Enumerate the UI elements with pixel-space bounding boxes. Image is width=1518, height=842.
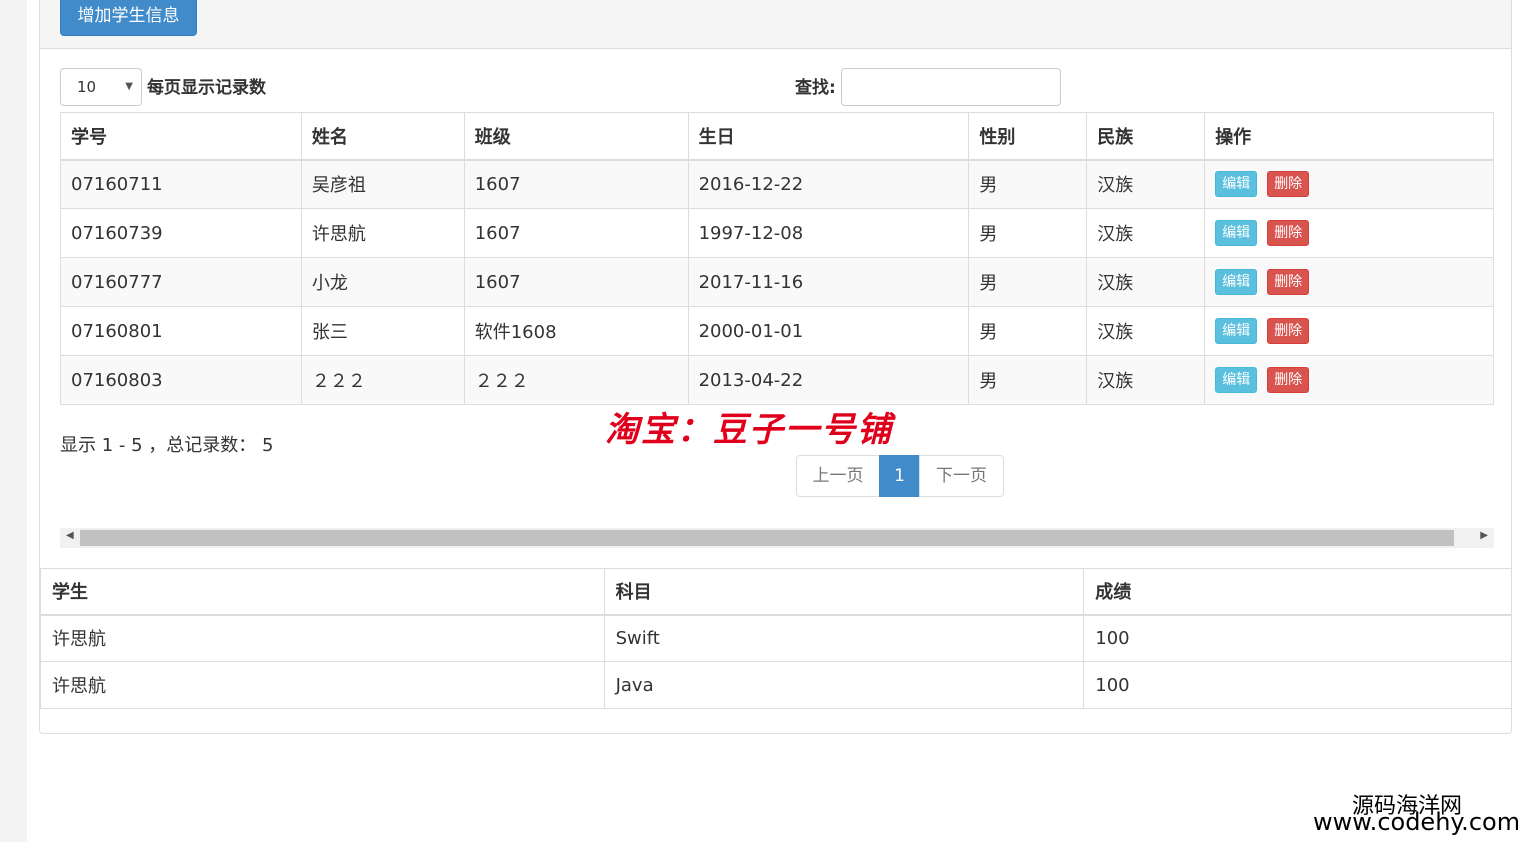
cell-actions: 编辑 删除 — [1204, 159, 1494, 209]
add-student-button[interactable]: 增加学生信息 — [60, 0, 197, 36]
cell-birthday: 2013-04-22 — [687, 355, 970, 405]
header-gender[interactable]: 性别 — [968, 112, 1088, 161]
page-length-value: 10 — [77, 78, 97, 96]
cell-student-id: 07160777 — [60, 257, 302, 307]
edit-button[interactable]: 编辑 — [1215, 269, 1258, 295]
cell-gender: 男 — [968, 355, 1088, 405]
panel-heading: 增加学生信息 — [40, 0, 1511, 49]
score-table: 学生 科目 成绩 许思航 Swift 100 许思航 Java 100 — [40, 568, 1512, 709]
delete-button[interactable]: 删除 — [1267, 220, 1310, 246]
site-url-watermark: www.codehy.com — [1313, 808, 1518, 836]
cell-ethnicity: 汉族 — [1086, 208, 1206, 258]
cell-ethnicity: 汉族 — [1086, 306, 1206, 356]
cell-birthday: 2016-12-22 — [687, 159, 970, 209]
cell-score: 100 — [1083, 661, 1512, 709]
page-1-button[interactable]: 1 — [879, 455, 920, 497]
student-table: 学号 姓名 班级 生日 性别 民族 操作 07160711 吴彦祖 1607 2… — [60, 112, 1494, 405]
table-row: 许思航 Swift 100 — [40, 614, 1512, 662]
cell-actions: 编辑 删除 — [1204, 208, 1494, 258]
cell-ethnicity: 汉族 — [1086, 159, 1206, 209]
cell-name: 许思航 — [300, 208, 465, 258]
header-student: 学生 — [40, 568, 605, 616]
search-label: 查找: — [795, 78, 836, 98]
cell-student: 许思航 — [40, 661, 605, 709]
student-panel: 增加学生信息 10 ▼ 每页显示记录数 查找: 学号 姓名 班级 生日 性别 民… — [39, 0, 1512, 734]
header-actions: 操作 — [1204, 112, 1494, 161]
edit-button[interactable]: 编辑 — [1215, 367, 1258, 393]
cell-class: 1607 — [463, 159, 689, 209]
cell-birthday: 1997-12-08 — [687, 208, 970, 258]
search-input[interactable] — [841, 68, 1061, 106]
cell-subject: Swift — [603, 614, 1085, 662]
cell-actions: 编辑 删除 — [1204, 257, 1494, 307]
header-subject: 科目 — [603, 568, 1085, 616]
header-ethnicity[interactable]: 民族 — [1086, 112, 1206, 161]
header-score: 成绩 — [1083, 568, 1512, 616]
scrollbar-thumb[interactable] — [80, 530, 1454, 546]
cell-class: ２２２ — [463, 355, 689, 405]
cell-subject: Java — [603, 661, 1085, 709]
cell-student: 许思航 — [40, 614, 605, 662]
cell-gender: 男 — [968, 159, 1088, 209]
delete-button[interactable]: 删除 — [1267, 318, 1310, 344]
cell-gender: 男 — [968, 257, 1088, 307]
table-row: 07160803 ２２２ ２２２ 2013-04-22 男 汉族 编辑 删除 — [60, 355, 1494, 405]
cell-actions: 编辑 删除 — [1204, 306, 1494, 356]
prev-page-button[interactable]: 上一页 — [796, 455, 880, 497]
cell-name: ２２２ — [300, 355, 465, 405]
cell-actions: 编辑 删除 — [1204, 355, 1494, 405]
cell-ethnicity: 汉族 — [1086, 355, 1206, 405]
edit-button[interactable]: 编辑 — [1215, 171, 1258, 198]
cell-name: 吴彦祖 — [300, 159, 465, 209]
delete-button[interactable]: 删除 — [1267, 367, 1310, 393]
cell-score: 100 — [1083, 614, 1512, 662]
header-name[interactable]: 姓名 — [300, 112, 465, 161]
scroll-left-icon[interactable]: ◀ — [66, 530, 74, 541]
delete-button[interactable]: 删除 — [1267, 269, 1310, 295]
edit-button[interactable]: 编辑 — [1215, 220, 1258, 246]
cell-student-id: 07160711 — [60, 159, 302, 209]
cell-birthday: 2017-11-16 — [687, 257, 970, 307]
cell-gender: 男 — [968, 208, 1088, 258]
pagination: 上一页 1 下一页 — [796, 455, 1004, 497]
next-page-button[interactable]: 下一页 — [919, 455, 1004, 497]
cell-student-id: 07160739 — [60, 208, 302, 258]
scroll-right-icon[interactable]: ▶ — [1480, 530, 1488, 541]
cell-birthday: 2000-01-01 — [687, 306, 970, 356]
cell-class: 软件1608 — [463, 306, 689, 356]
table-row: 07160801 张三 软件1608 2000-01-01 男 汉族 编辑 删除 — [60, 306, 1494, 356]
table-row: 07160739 许思航 1607 1997-12-08 男 汉族 编辑 删除 — [60, 208, 1494, 258]
page-length-label: 每页显示记录数 — [147, 78, 266, 98]
header-class[interactable]: 班级 — [463, 112, 689, 161]
header-student-id[interactable]: 学号 — [60, 112, 302, 161]
edit-button[interactable]: 编辑 — [1215, 318, 1258, 344]
cell-student-id: 07160801 — [60, 306, 302, 356]
cell-class: 1607 — [463, 257, 689, 307]
cell-name: 小龙 — [300, 257, 465, 307]
record-count-info: 显示 1 - 5 ，总记录数： 5 — [60, 435, 274, 456]
delete-button[interactable]: 删除 — [1267, 171, 1310, 198]
horizontal-scrollbar[interactable]: ◀ ▶ — [60, 528, 1494, 548]
left-gutter — [0, 0, 27, 842]
header-birthday[interactable]: 生日 — [687, 112, 970, 161]
cell-name: 张三 — [300, 306, 465, 356]
cell-ethnicity: 汉族 — [1086, 257, 1206, 307]
shop-watermark: 淘宝：豆子一号铺 — [605, 410, 893, 450]
table-row: 许思航 Java 100 — [40, 661, 1512, 709]
chevron-down-icon: ▼ — [125, 81, 133, 92]
cell-student-id: 07160803 — [60, 355, 302, 405]
page-length-select[interactable]: 10 ▼ — [60, 68, 142, 106]
table-header-row: 学号 姓名 班级 生日 性别 民族 操作 — [60, 112, 1494, 161]
table-row: 07160777 小龙 1607 2017-11-16 男 汉族 编辑 删除 — [60, 257, 1494, 307]
score-header-row: 学生 科目 成绩 — [40, 568, 1512, 616]
table-row: 07160711 吴彦祖 1607 2016-12-22 男 汉族 编辑 删除 — [60, 159, 1494, 209]
cell-class: 1607 — [463, 208, 689, 258]
cell-gender: 男 — [968, 306, 1088, 356]
